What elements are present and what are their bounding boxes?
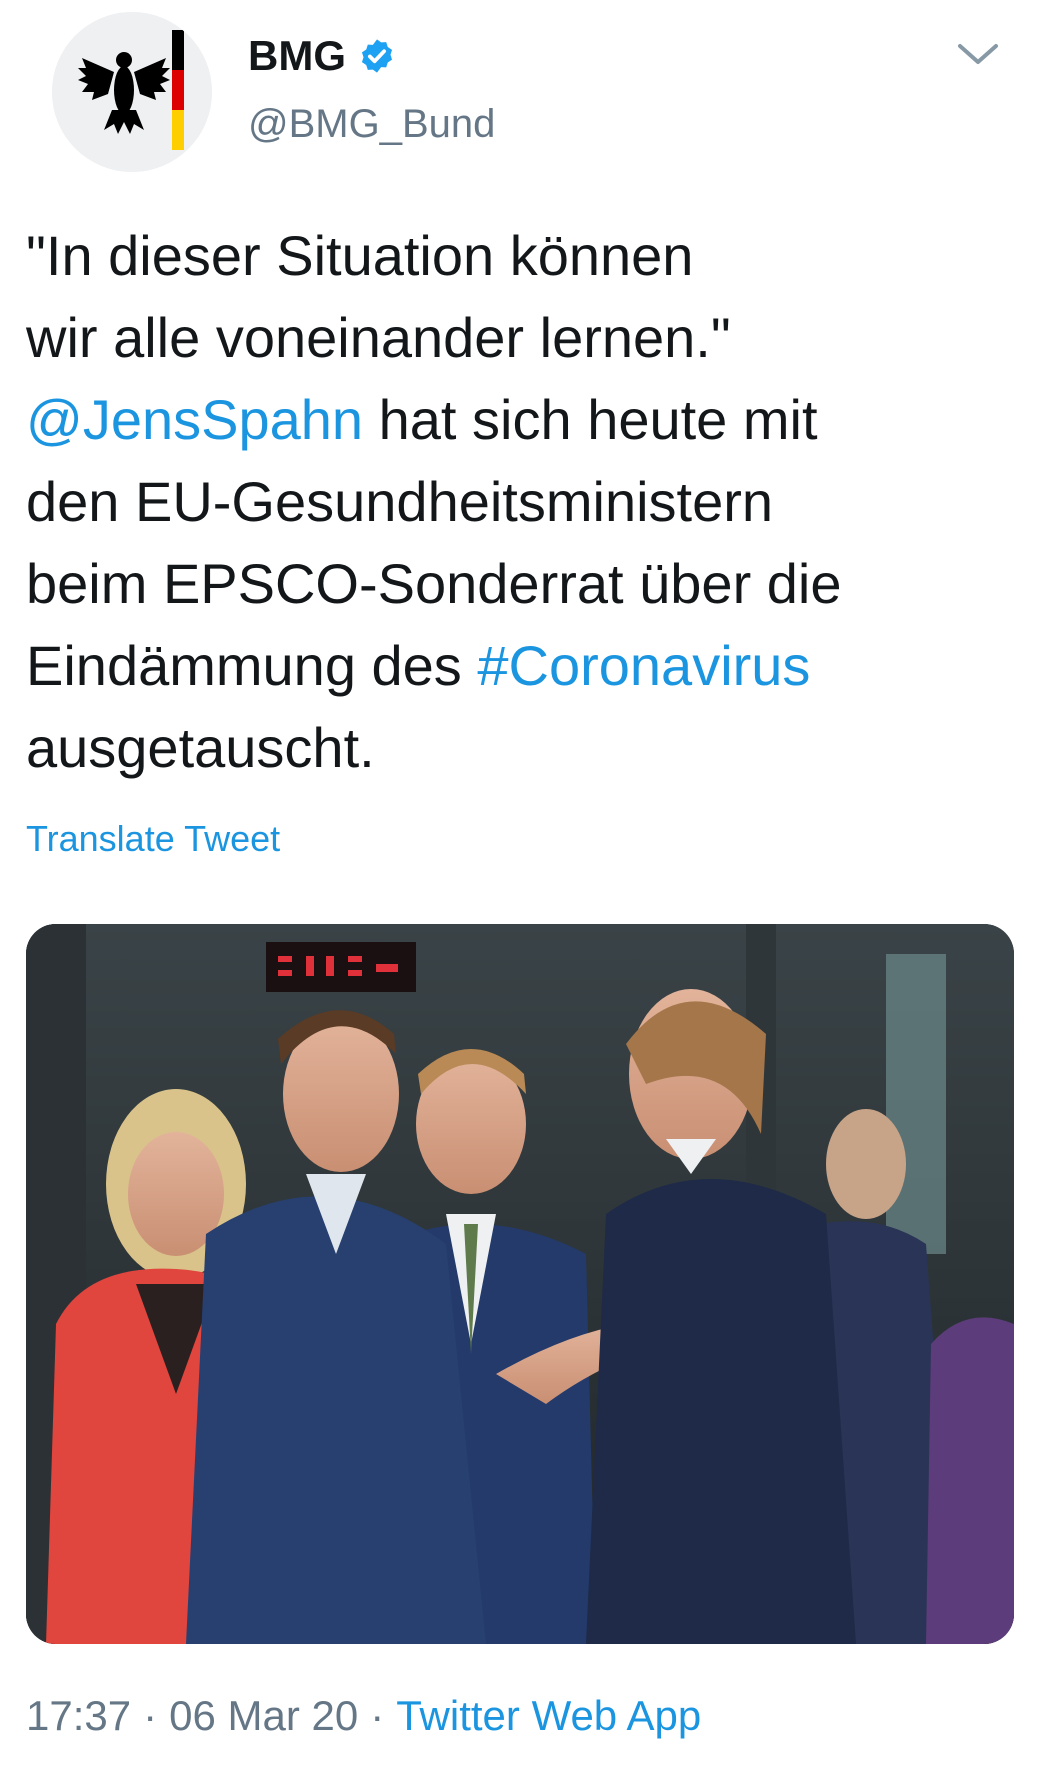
display-name[interactable]: BMG <box>248 32 346 80</box>
chevron-down-icon <box>958 44 998 64</box>
avatar[interactable] <box>52 12 212 172</box>
tweet-text-line: Eindämmung des <box>26 634 478 697</box>
tweet-text-line: ausgetauscht. <box>26 716 375 779</box>
tweet-text-line: "In dieser Situation können <box>26 224 694 287</box>
hashtag-link[interactable]: #Coronavirus <box>477 634 810 697</box>
tweet-text-line: hat sich heute mit <box>363 388 818 451</box>
tweet-photo[interactable] <box>26 924 1014 1644</box>
tweet-header: BMG @BMG_Bund <box>26 0 1024 190</box>
verified-badge-icon <box>361 39 393 73</box>
author-handle[interactable]: @BMG_Bund <box>248 102 495 147</box>
author-names: BMG @BMG_Bund <box>248 32 495 147</box>
meta-separator: · <box>370 1692 385 1739</box>
tweet-time[interactable]: 17:37 <box>26 1692 131 1740</box>
tweet-source-link[interactable]: Twitter Web App <box>396 1692 701 1740</box>
tweet-text-line: beim EPSCO-Sonderrat über die <box>26 552 842 615</box>
tweet-card: BMG @BMG_Bund "In dieser Situation könne… <box>0 0 1050 1769</box>
tweet-text: "In dieser Situation können wir alle von… <box>26 215 1016 789</box>
meta-separator: · <box>143 1692 158 1739</box>
mention-link[interactable]: @JensSpahn <box>26 388 363 451</box>
display-name-row: BMG <box>248 32 495 80</box>
federal-eagle-logo <box>52 12 212 172</box>
tweet-text-line: den EU-Gesundheitsministern <box>26 470 774 533</box>
more-options-button[interactable] <box>956 40 1000 70</box>
tweet-metadata: 17:37 · 06 Mar 20 · Twitter Web App <box>26 1692 701 1740</box>
tweet-text-line: wir alle voneinander lernen." <box>26 306 731 369</box>
tweet-date[interactable]: 06 Mar 20 <box>169 1692 358 1740</box>
photo-image <box>26 924 1014 1644</box>
translate-tweet-link[interactable]: Translate Tweet <box>26 818 280 860</box>
